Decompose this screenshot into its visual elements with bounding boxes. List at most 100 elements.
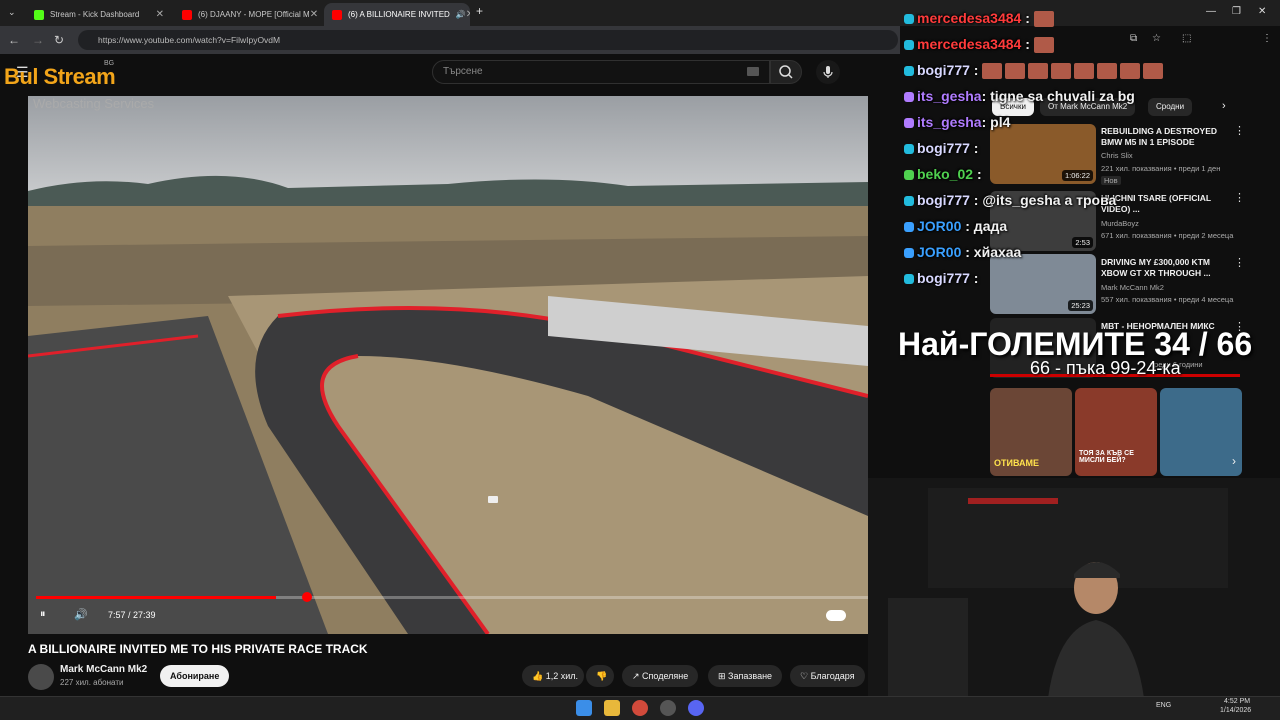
- chat-username: mercedesa3484: [917, 36, 1022, 52]
- close-icon[interactable]: ✕: [466, 9, 470, 20]
- chat-line: JOR00 : дада: [904, 218, 1166, 244]
- chat-username: its_gesha: [917, 114, 982, 130]
- thanks-label: Благодаря: [810, 671, 855, 681]
- rec-duration: 25:23: [1068, 300, 1093, 311]
- chat-text: :: [1025, 36, 1030, 52]
- chat-username: bogi777: [917, 140, 970, 156]
- pause-icon[interactable]: ⏸: [40, 608, 46, 621]
- file-explorer-icon[interactable]: [604, 700, 620, 716]
- volume-icon[interactable]: 🔊: [74, 608, 88, 621]
- chevron-right-icon[interactable]: ›: [1222, 100, 1226, 112]
- chat-text: : pl4: [981, 114, 1011, 130]
- chat-username: bogi777: [917, 270, 970, 286]
- kick-favicon-icon: [34, 9, 44, 20]
- subscriber-count: 227 хил. абонати: [60, 678, 124, 687]
- shorts-thumbnail[interactable]: [1160, 388, 1242, 476]
- shorts-thumbnail[interactable]: ТОЯ ЗА КЪВ СЕ МИСЛИ БЕЙ?: [1075, 388, 1157, 476]
- more-options-icon[interactable]: ⋮: [1234, 256, 1245, 269]
- chrome-icon[interactable]: [632, 700, 648, 716]
- chat-line: mercedesa3484 :: [904, 10, 1166, 36]
- shorts-label: ОТИВАМЕ: [994, 458, 1040, 468]
- language-indicator[interactable]: ENG: [1156, 702, 1171, 709]
- share-button[interactable]: ↗ Споделяне: [622, 665, 699, 687]
- chat-username: JOR00: [917, 218, 962, 234]
- autoplay-toggle[interactable]: [826, 610, 846, 621]
- chat-text: : дада: [965, 218, 1008, 234]
- tab-billionaire-video[interactable]: (6) A BILLIONAIRE INVITED 🔊 ✕: [324, 3, 470, 26]
- more-options-icon[interactable]: ⋮: [1234, 124, 1245, 137]
- chat-text: :: [1025, 10, 1030, 26]
- chat-overlay: mercedesa3484 : mercedesa3484 : bogi777 …: [904, 10, 1166, 296]
- windows-start-icon[interactable]: [576, 700, 592, 716]
- progress-scrubber[interactable]: [302, 592, 312, 602]
- search-icon: [779, 65, 793, 79]
- rec-meta: 557 хил. показвания • преди 4 месеца: [1101, 295, 1234, 304]
- chat-text: :: [973, 62, 979, 78]
- chat-line: mercedesa3484 :: [904, 36, 1166, 62]
- chat-text: :: [973, 140, 979, 156]
- obs-icon[interactable]: [660, 700, 676, 716]
- search-button[interactable]: [770, 60, 802, 84]
- tab-kick-dashboard[interactable]: Stream - Kick Dashboard ✕: [26, 3, 172, 26]
- more-options-icon[interactable]: ⋮: [1234, 191, 1245, 204]
- youtube-favicon-icon: [332, 9, 342, 20]
- url-text: https://www.youtube.com/watch?v=FilwIpyO…: [98, 35, 281, 45]
- chat-line: beko_02 :: [904, 166, 1166, 192]
- chat-text: :: [973, 270, 979, 286]
- menu-dots-icon[interactable]: ⋮: [1262, 33, 1272, 44]
- bulstream-logo: Bul Stream: [4, 64, 116, 89]
- close-icon[interactable]: ✕: [156, 9, 164, 20]
- close-icon[interactable]: ✕: [310, 9, 318, 20]
- channel-avatar[interactable]: [28, 664, 54, 690]
- keyboard-icon[interactable]: [747, 67, 759, 76]
- channel-name[interactable]: Mark McCann Mk2: [60, 664, 147, 675]
- minimize-button[interactable]: —: [1206, 6, 1216, 17]
- video-time: 7:57 / 27:39: [108, 610, 156, 620]
- tab-label: Stream - Kick Dashboard: [50, 10, 140, 19]
- chat-username: beko_02: [917, 166, 974, 182]
- voice-search-button[interactable]: [816, 60, 840, 84]
- video-player[interactable]: [28, 96, 868, 634]
- back-icon[interactable]: ←: [8, 33, 20, 47]
- shorts-thumbnail[interactable]: ОТИВАМЕ: [990, 388, 1072, 476]
- discord-icon[interactable]: [688, 700, 704, 716]
- search-placeholder: Търсене: [443, 66, 483, 77]
- chat-line: its_gesha: pl4: [904, 114, 1166, 140]
- chat-text: : хйахаа: [965, 244, 1022, 260]
- chat-line: bogi777 :: [904, 62, 1166, 88]
- chevron-right-icon[interactable]: ›: [1232, 454, 1236, 468]
- chat-text: : tigne sa chuvali za bg: [981, 88, 1135, 104]
- reload-icon[interactable]: ↻: [54, 33, 64, 47]
- logo-subtitle: Webcasting Services: [33, 96, 155, 111]
- address-bar[interactable]: https://www.youtube.com/watch?v=FilwIpyO…: [78, 30, 898, 50]
- save-label: Запазване: [728, 671, 773, 681]
- clock-date[interactable]: 1/14/2026: [1220, 707, 1251, 714]
- video-title: A BILLIONAIRE INVITED ME TO HIS PRIVATE …: [28, 642, 368, 656]
- maximize-button[interactable]: ❐: [1232, 6, 1241, 17]
- clock-time[interactable]: 4:52 PM: [1224, 698, 1250, 705]
- chat-line: bogi777 :: [904, 140, 1166, 166]
- tab-search-icon[interactable]: ⌄: [8, 7, 16, 18]
- chat-line: its_gesha: tigne sa chuvali za bg: [904, 88, 1166, 114]
- extensions-icon[interactable]: ⬚: [1182, 33, 1191, 44]
- new-tab-button[interactable]: +: [476, 4, 483, 18]
- window-close-button[interactable]: ✕: [1258, 6, 1266, 17]
- video-frame: [28, 96, 868, 634]
- chat-username: mercedesa3484: [917, 10, 1022, 26]
- share-label: Споделяне: [642, 671, 689, 681]
- chat-username: bogi777: [917, 62, 970, 78]
- dislike-button[interactable]: 👎: [586, 665, 614, 687]
- like-count: 1,2 хил.: [545, 671, 579, 681]
- subscribe-button[interactable]: Абониране: [160, 665, 230, 687]
- audio-icon[interactable]: 🔊: [456, 10, 466, 19]
- search-input[interactable]: Търсене: [432, 60, 770, 84]
- progress-fill: [36, 596, 276, 599]
- chat-username: JOR00: [917, 244, 962, 260]
- thanks-button[interactable]: ♡ Благодаря: [790, 665, 865, 687]
- like-button[interactable]: 👍 1,2 хил.: [522, 665, 584, 687]
- video-progress-bar[interactable]: [36, 596, 868, 599]
- microphone-icon: [823, 66, 833, 78]
- forward-icon[interactable]: →: [32, 33, 44, 47]
- tab-djaany-mope[interactable]: (6) DJAANY - MOPE [Official M ✕: [174, 3, 322, 26]
- save-button[interactable]: ⊞ Запазване: [708, 665, 783, 687]
